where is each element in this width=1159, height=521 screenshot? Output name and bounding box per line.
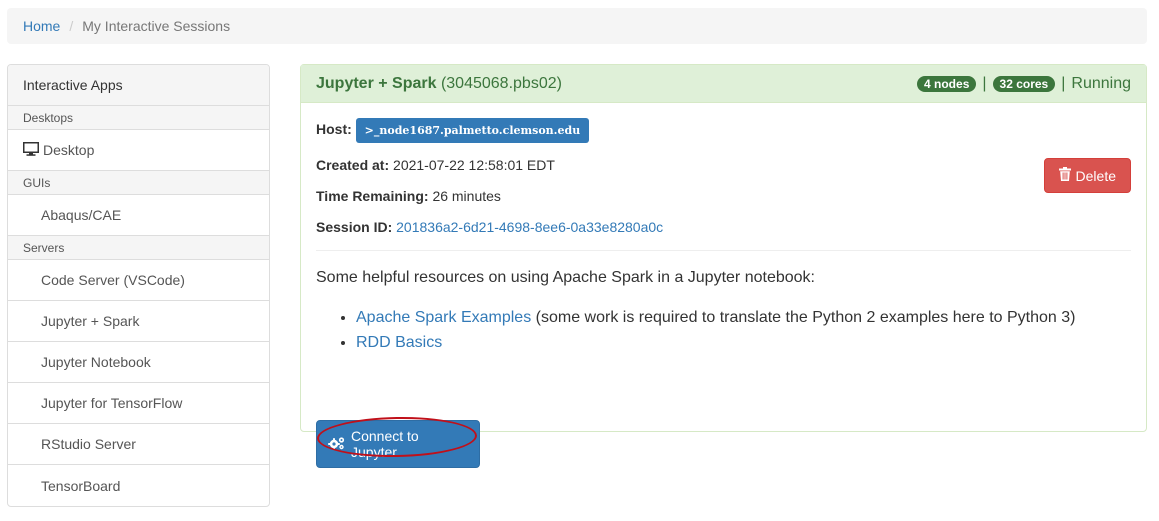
sidebar-item-label: TensorBoard <box>41 477 121 494</box>
remaining-value: 26 minutes <box>432 188 501 204</box>
connect-area: Connect to Jupyter <box>316 415 480 468</box>
sidebar-item-label: Desktop <box>43 142 95 158</box>
session-title: Jupyter + Spark (3045068.pbs02) <box>316 75 562 93</box>
connect-label: Connect to Jupyter <box>351 428 419 460</box>
cores-badge: 32 cores <box>992 75 1056 92</box>
cogs-icon <box>328 436 346 453</box>
sidebar-heading: Interactive Apps <box>8 65 269 106</box>
created-value: 2021-07-22 12:58:01 EDT <box>393 157 555 173</box>
divider <box>316 250 1131 251</box>
sidebar-item-jupyter-spark[interactable]: Jupyter + Spark <box>8 301 269 342</box>
session-id-label: Session ID: <box>316 219 393 235</box>
trash-icon <box>1058 167 1071 184</box>
created-label: Created at: <box>316 157 390 173</box>
sidebar-item-rstudio[interactable]: RStudio Server <box>8 424 269 465</box>
breadcrumb-current: My Interactive Sessions <box>82 18 231 34</box>
sidebar-category-guis: GUIs <box>8 171 269 195</box>
breadcrumb-home-link[interactable]: Home <box>23 18 60 34</box>
breadcrumb: Home / My Interactive Sessions <box>7 8 1147 44</box>
breadcrumb-separator: / <box>69 18 74 34</box>
host-label: Host: <box>316 121 352 138</box>
session-app-name: Jupyter + Spark <box>316 74 437 92</box>
session-panel: Jupyter + Spark (3045068.pbs02) 4 nodes … <box>300 64 1147 468</box>
help-text: Some helpful resources on using Apache S… <box>316 269 815 286</box>
remaining-label: Time Remaining: <box>316 188 429 204</box>
sidebar-item-label: Abaqus/CAE <box>41 207 122 223</box>
resource-list: Apache Spark Examples (some work is requ… <box>316 305 1131 355</box>
interactive-apps-sidebar: Interactive Apps Desktops Desktop GUIs A… <box>7 64 270 507</box>
connect-to-jupyter-button[interactable]: Connect to Jupyter <box>316 420 480 468</box>
sidebar-item-jupyter-notebook[interactable]: Jupyter Notebook <box>8 342 269 383</box>
sidebar-category-desktops: Desktops <box>8 106 269 130</box>
apache-spark-examples-link[interactable]: Apache Spark Examples <box>356 309 531 326</box>
meta-separator: | <box>982 74 987 92</box>
status-text: Running <box>1071 74 1131 92</box>
sidebar-item-desktop[interactable]: Desktop <box>8 130 269 171</box>
sidebar-item-label: RStudio Server <box>41 436 136 452</box>
session-job-id: (3045068.pbs02) <box>440 74 562 92</box>
delete-button[interactable]: Delete <box>1043 158 1131 193</box>
sidebar-item-jupyter-tensorflow[interactable]: Jupyter for TensorFlow <box>8 383 269 424</box>
list-item: RDD Basics <box>356 330 1131 355</box>
link-note: (some work is required to translate the … <box>531 309 1076 326</box>
sidebar-item-abaqus[interactable]: Abaqus/CAE <box>8 195 269 236</box>
sidebar-category-servers: Servers <box>8 236 269 260</box>
sidebar-item-label: Jupyter Notebook <box>41 354 151 370</box>
meta-separator: | <box>1061 74 1066 92</box>
sidebar-item-label: Jupyter for TensorFlow <box>41 395 183 411</box>
created-row: Created at: 2021-07-22 12:58:01 EDT <box>316 157 1131 174</box>
session-panel-body: Host: >_node1687.palmetto.clemson.edu Cr… <box>301 103 1146 468</box>
host-row: Host: >_node1687.palmetto.clemson.edu <box>316 118 1131 143</box>
list-item: Apache Spark Examples (some work is requ… <box>356 305 1131 330</box>
session-id-link[interactable]: 201836a2-6d21-4698-8ee6-0a33e8280a0c <box>396 219 663 235</box>
sidebar-item-label: Code Server (VSCode) <box>41 272 185 288</box>
monitor-icon <box>23 141 39 159</box>
session-meta: 4 nodes | 32 cores | Running <box>917 75 1131 93</box>
rdd-basics-link[interactable]: RDD Basics <box>356 334 442 351</box>
host-shell-button[interactable]: >_node1687.palmetto.clemson.edu <box>355 118 590 143</box>
session-id-row: Session ID: 201836a2-6d21-4698-8ee6-0a33… <box>316 219 1131 236</box>
remaining-row: Time Remaining: 26 minutes <box>316 188 1131 205</box>
sidebar-item-tensorboard[interactable]: TensorBoard <box>8 465 269 506</box>
sidebar-item-code-server[interactable]: Code Server (VSCode) <box>8 260 269 301</box>
nodes-badge: 4 nodes <box>917 75 977 92</box>
session-panel-header: Jupyter + Spark (3045068.pbs02) 4 nodes … <box>301 65 1146 103</box>
sidebar-item-label: Jupyter + Spark <box>41 313 140 329</box>
delete-label: Delete <box>1075 167 1116 184</box>
